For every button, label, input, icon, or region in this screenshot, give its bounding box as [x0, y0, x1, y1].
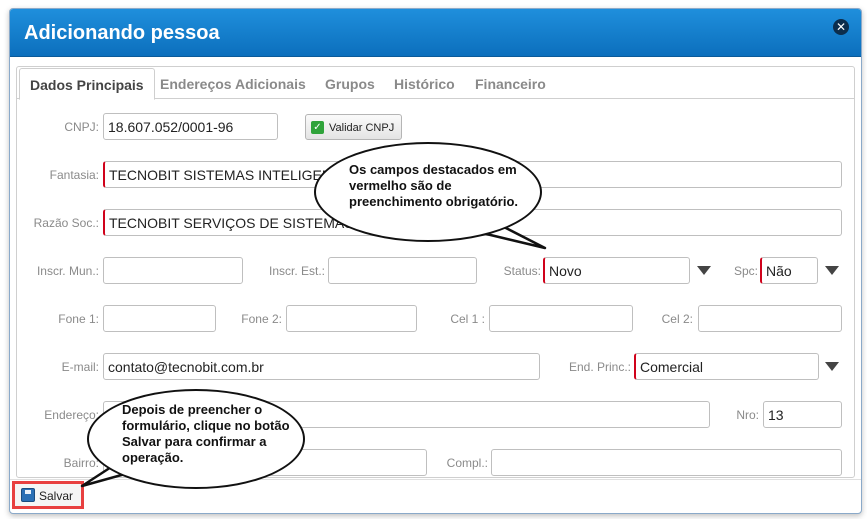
tab-historico[interactable]: Histórico — [394, 76, 455, 92]
nro-input[interactable]: 13 — [763, 401, 842, 428]
save-hint-callout: Depois de preencher o formulário, clique… — [87, 389, 305, 489]
bairro-label: Bairro: — [63, 456, 99, 470]
spc-label: Spc: — [733, 264, 758, 278]
fone1-label: Fone 1: — [58, 312, 99, 326]
fone1-input[interactable] — [103, 305, 216, 332]
cnpj-input[interactable]: 18.607.052/0001-96 — [103, 113, 278, 140]
fone2-label: Fone 2: — [241, 312, 282, 326]
status-dropdown-arrow-icon[interactable] — [697, 266, 711, 275]
email-input[interactable]: contato@tecnobit.com.br — [103, 353, 540, 380]
inscr-mun-input[interactable] — [103, 257, 243, 284]
dialog-titlebar: Adicionando pessoa ✕ — [10, 9, 861, 57]
dialog-footer: Salvar — [10, 479, 861, 513]
email-label: E-mail: — [61, 360, 99, 374]
cel1-label: Cel 1 : — [450, 312, 485, 326]
spc-select[interactable]: Não — [760, 257, 818, 284]
compl-input[interactable] — [491, 449, 842, 476]
tab-enderecos-adicionais[interactable]: Endereços Adicionais — [160, 76, 306, 92]
save-hint-callout-text: Depois de preencher o formulário, clique… — [122, 402, 290, 465]
endereco-label: Endereço: — [44, 408, 99, 422]
fone2-input[interactable] — [286, 305, 417, 332]
inscr-est-label: Inscr. Est.: — [268, 264, 325, 278]
tab-financeiro[interactable]: Financeiro — [475, 76, 546, 92]
status-label: Status: — [503, 264, 541, 278]
tab-dados-principais[interactable]: Dados Principais — [19, 68, 155, 100]
spc-dropdown-arrow-icon[interactable] — [825, 266, 839, 275]
validar-cnpj-button[interactable]: ✓ Validar CNPJ — [305, 114, 402, 140]
nro-label: Nro: — [736, 408, 759, 422]
required-fields-callout: Os campos destacados em vermelho são de … — [314, 142, 542, 242]
check-icon: ✓ — [311, 121, 324, 134]
close-icon[interactable]: ✕ — [833, 19, 849, 35]
cel1-input[interactable] — [489, 305, 633, 332]
cnpj-label: CNPJ: — [64, 120, 99, 134]
validar-cnpj-label: Validar CNPJ — [329, 122, 395, 134]
fantasia-label: Fantasia: — [49, 168, 99, 182]
razao-social-label: Razão Soc.: — [33, 216, 99, 230]
inscr-est-input[interactable] — [328, 257, 477, 284]
end-princ-dropdown-arrow-icon[interactable] — [825, 362, 839, 371]
save-button[interactable]: Salvar — [12, 481, 84, 509]
compl-label: Compl.: — [446, 456, 488, 470]
required-fields-callout-text: Os campos destacados em vermelho são de … — [349, 162, 519, 209]
inscr-mun-label: Inscr. Mun.: — [36, 264, 99, 278]
dialog-title: Adicionando pessoa — [24, 22, 220, 44]
end-princ-label: End. Princ.: — [568, 360, 631, 374]
cel2-label: Cel 2: — [661, 312, 693, 326]
end-princ-select[interactable]: Comercial — [634, 353, 819, 380]
cel2-input[interactable] — [698, 305, 842, 332]
save-button-label: Salvar — [39, 489, 74, 503]
status-select[interactable]: Novo — [543, 257, 690, 284]
tab-grupos[interactable]: Grupos — [325, 76, 375, 92]
save-disk-icon — [21, 488, 35, 502]
tab-bar: Dados Principais Endereços Adicionais Gr… — [17, 67, 854, 100]
